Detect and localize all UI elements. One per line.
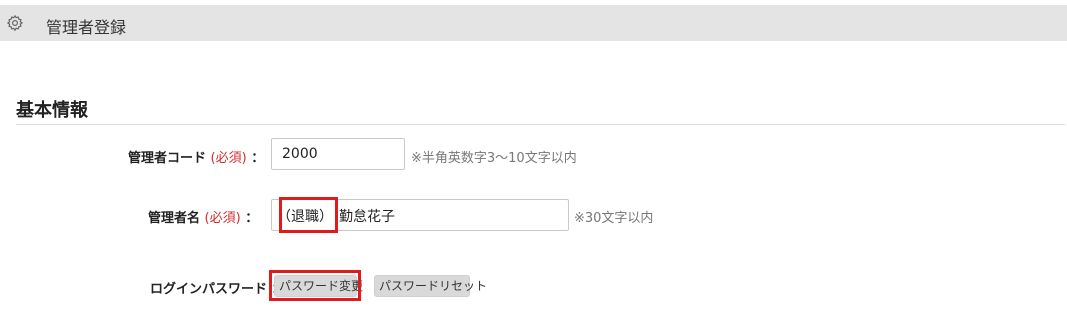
- admin-name-label: 管理者名 (必須) ：: [148, 207, 258, 226]
- reset-password-button[interactable]: パスワードリセット: [374, 275, 487, 297]
- label-colon: ：: [251, 151, 265, 166]
- section-title: 基本情報: [16, 100, 88, 121]
- admin-code-hint: ※半角英数字3～10文字以内: [411, 151, 577, 166]
- change-password-button[interactable]: パスワード変更: [274, 275, 363, 297]
- admin-name-hint: ※30文字以内: [574, 211, 654, 226]
- admin-code-label-text: 管理者コード: [128, 151, 207, 166]
- page-header: 管理者登録: [0, 5, 1067, 41]
- required-mark: (必須): [204, 211, 241, 226]
- retired-prefix: （退職）: [277, 209, 333, 225]
- admin-name-value: 勤怠花子: [339, 209, 395, 225]
- required-mark: (必須): [210, 151, 247, 166]
- admin-code-label: 管理者コード (必須) ：: [128, 147, 264, 166]
- gear-icon: [6, 14, 24, 32]
- admin-code-input[interactable]: [271, 138, 405, 170]
- admin-name-label-text: 管理者名: [148, 211, 201, 226]
- section-divider: [16, 124, 1065, 125]
- password-label: ログインパスワード ：: [150, 278, 285, 297]
- password-label-text: ログインパスワード: [150, 282, 268, 297]
- page-title: 管理者登録: [46, 18, 127, 37]
- label-colon: ：: [245, 211, 259, 226]
